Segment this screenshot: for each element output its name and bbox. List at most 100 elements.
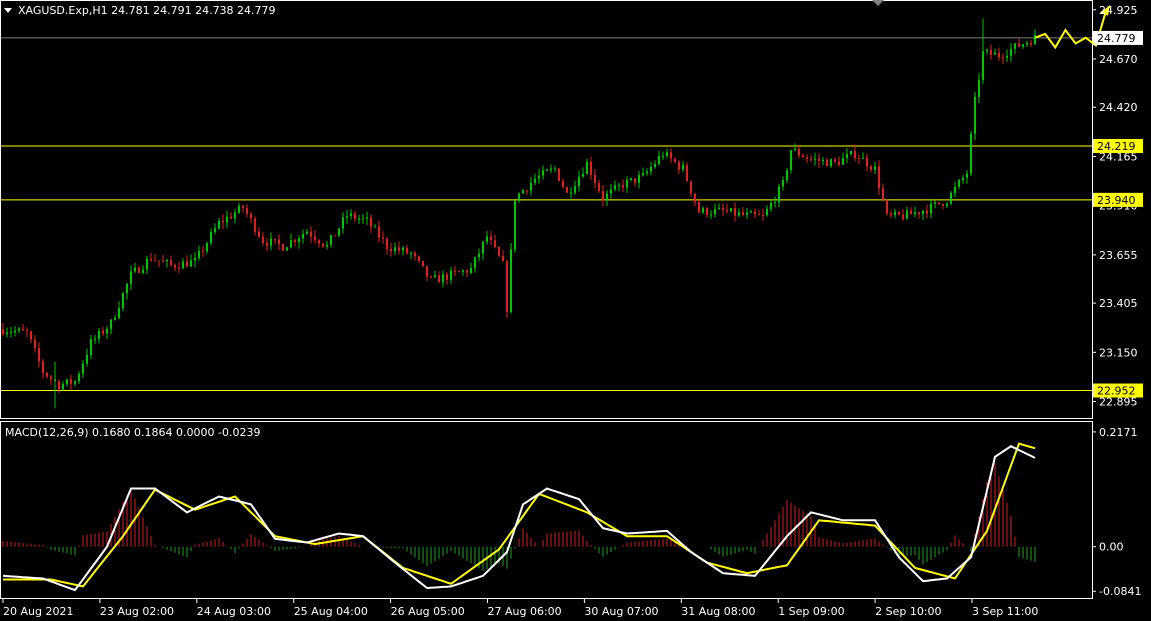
time-tick-label: 30 Aug 07:00 xyxy=(584,605,658,618)
candle-body xyxy=(46,372,48,377)
candle-body xyxy=(970,133,972,174)
candle-body xyxy=(130,271,132,284)
candle-body xyxy=(758,214,760,216)
candle-body xyxy=(366,217,368,219)
candle-body xyxy=(870,166,872,170)
symbol-header: XAGUSD.Exp,H1 24.781 24.791 24.738 24.77… xyxy=(18,4,276,17)
macd-title: MACD(12,26,9) 0.1680 0.1864 0.0000 -0.02… xyxy=(5,426,260,439)
price-tick-label: 24.670 xyxy=(1099,53,1138,66)
candle-body xyxy=(294,240,296,242)
candle-body xyxy=(274,238,276,240)
candle-body xyxy=(266,242,268,246)
macd-tick-label: 0.2171 xyxy=(1099,426,1138,439)
candle-body xyxy=(122,293,124,309)
chart-canvas[interactable]: 24.92524.67024.42024.16523.91023.65523.4… xyxy=(0,0,1151,621)
candle-body xyxy=(450,270,452,280)
candle-body xyxy=(278,239,280,245)
candle-body xyxy=(1010,48,1012,56)
candle-body xyxy=(790,150,792,170)
candle-body xyxy=(930,203,932,214)
candle-body xyxy=(350,213,352,216)
candle-body xyxy=(958,180,960,187)
candle-body xyxy=(678,162,680,170)
candle-body xyxy=(410,253,412,255)
candle-body xyxy=(778,186,780,203)
candle-body xyxy=(58,381,60,390)
time-tick-label: 23 Aug 02:00 xyxy=(100,605,174,618)
candle-body xyxy=(586,161,588,175)
candle-body xyxy=(470,268,472,273)
candle-body xyxy=(254,218,256,232)
candle-body xyxy=(830,159,832,167)
candle-body xyxy=(738,212,740,216)
candle-body xyxy=(314,236,316,241)
candle-body xyxy=(418,256,420,262)
candle-body xyxy=(270,238,272,246)
candle-body xyxy=(434,275,436,278)
time-tick-label: 25 Aug 04:00 xyxy=(294,605,368,618)
candle-body xyxy=(922,210,924,215)
candle-body xyxy=(946,203,948,206)
candle-body xyxy=(474,257,476,269)
candle-body xyxy=(866,157,868,167)
price-tick-label: 23.150 xyxy=(1099,346,1138,359)
time-tick-label: 3 Sep 11:00 xyxy=(972,605,1038,618)
candle-body xyxy=(226,216,228,223)
candle-body xyxy=(50,376,52,380)
candle-body xyxy=(814,158,816,160)
time-axis: 20 Aug 2021 23 Aug 02:00 24 Aug 03:00 25 Au… xyxy=(2,598,1038,618)
candle-body xyxy=(1002,57,1004,59)
candle-body xyxy=(794,148,796,151)
candle-body xyxy=(386,238,388,249)
candle-body xyxy=(702,208,704,213)
candle-body xyxy=(322,243,324,247)
candle-body xyxy=(494,240,496,248)
candle-body xyxy=(398,247,400,251)
candle-body xyxy=(442,274,444,283)
level-label: 24.219 xyxy=(1097,140,1136,153)
candle-body xyxy=(710,214,712,216)
candle-body xyxy=(998,52,1000,58)
candle-body xyxy=(158,260,160,262)
candle-body xyxy=(98,330,100,339)
candle-body xyxy=(90,339,92,355)
candle-body xyxy=(974,96,976,134)
candle-body xyxy=(186,261,188,267)
candle-body xyxy=(658,156,660,164)
macd-tick-label: -0.0841 xyxy=(1099,585,1141,598)
candle-body xyxy=(626,179,628,188)
candle-body xyxy=(798,148,800,156)
candle-body xyxy=(918,212,920,215)
candle-body xyxy=(106,328,108,334)
time-tick-label: 26 Aug 05:00 xyxy=(391,605,465,618)
candle-body xyxy=(214,228,216,233)
candle-body xyxy=(86,354,88,364)
candle-body xyxy=(154,260,156,262)
candle-body xyxy=(462,270,464,272)
candle-body xyxy=(766,208,768,216)
candle-body xyxy=(650,167,652,172)
candle-body xyxy=(310,231,312,237)
candle-body xyxy=(886,199,888,214)
candle-body xyxy=(234,212,236,219)
candle-body xyxy=(446,274,448,280)
candle-body xyxy=(618,185,620,187)
candle-body xyxy=(282,244,284,251)
candle-body xyxy=(558,168,560,181)
candle-body xyxy=(1030,42,1032,45)
candle-body xyxy=(686,165,688,182)
candle-body xyxy=(302,234,304,239)
price-panel-frame xyxy=(0,0,1093,419)
candle-body xyxy=(582,174,584,177)
candle-body xyxy=(66,379,68,385)
macd-tick-label: 0.00 xyxy=(1099,541,1124,554)
candle-body xyxy=(566,187,568,193)
candle-body xyxy=(326,244,328,247)
candle-body xyxy=(606,193,608,201)
candle-body xyxy=(42,361,44,373)
candle-body xyxy=(422,261,424,267)
candle-body xyxy=(750,211,752,213)
candle-body xyxy=(822,159,824,161)
candle-body xyxy=(10,332,12,334)
candle-body xyxy=(394,247,396,252)
